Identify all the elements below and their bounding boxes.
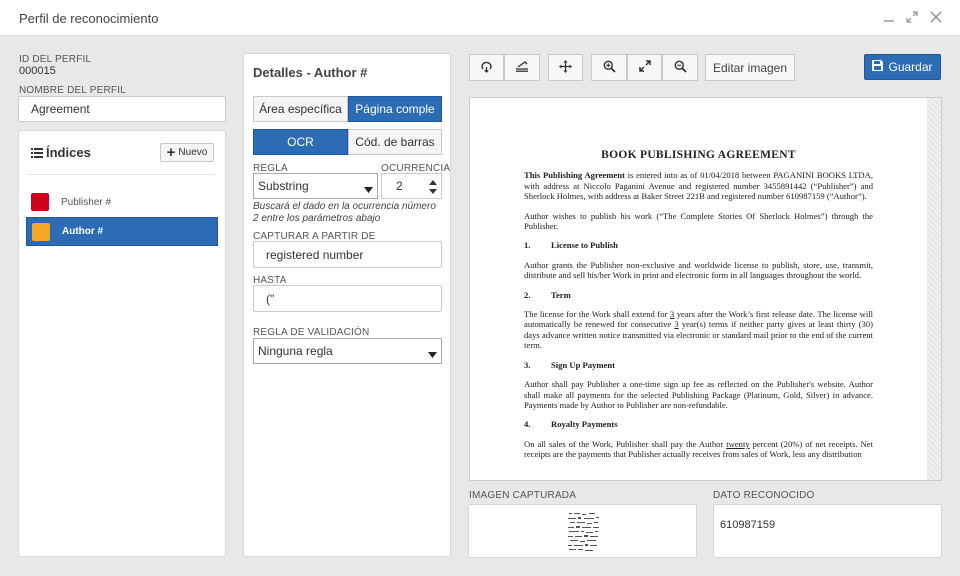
occurrence-value: 2 [396, 179, 403, 193]
captured-image-label: IMAGEN CAPTURADA [469, 490, 577, 501]
section-number: 2. [524, 289, 531, 300]
section-number: 1. [524, 240, 531, 251]
index-item-label: Publisher # [61, 196, 112, 208]
document-paragraph: Author grants the Publisher non-exclusiv… [524, 259, 873, 281]
window-titlebar: Perfil de reconocimiento [0, 0, 960, 36]
section-title: Royalty Payments [551, 419, 618, 430]
until-input[interactable]: (" [253, 285, 442, 312]
section-title: Term [551, 289, 571, 300]
document-section-heading: 1. License to Publish [524, 240, 873, 250]
plus-icon: + [166, 143, 176, 161]
section-number: 4. [524, 419, 531, 430]
save-button[interactable]: Guardar [864, 54, 941, 80]
divider [27, 174, 215, 175]
document-paragraph: The license for the Work shall extend fo… [524, 309, 873, 351]
document-section-heading: 2. Term [524, 290, 873, 300]
index-item-publisher[interactable]: Publisher # [26, 188, 218, 216]
profile-id-label: ID DEL PERFIL [19, 54, 92, 65]
document-paragraph: On all sales of the Work, Publisher shal… [524, 439, 873, 460]
expand-button[interactable] [627, 54, 662, 81]
details-panel: Detalles - Author # Área específica Pági… [243, 53, 451, 557]
window-title: Perfil de reconocimiento [19, 11, 159, 26]
document-paragraph: Author wishes to publish his work (“The … [524, 210, 873, 232]
details-title: Detalles - Author # [253, 65, 368, 80]
move-button[interactable] [548, 54, 583, 81]
document-viewer[interactable]: BOOK PUBLISHING AGREEMENT This Publishin… [469, 97, 942, 481]
document-page: BOOK PUBLISHING AGREEMENT This Publishin… [470, 98, 928, 480]
chevron-down-icon [364, 182, 373, 196]
tab-ocr[interactable]: OCR [253, 129, 348, 155]
rule-select-value: Substring [258, 179, 309, 193]
zoom-in-button[interactable] [591, 54, 627, 81]
maximize-icon[interactable] [903, 8, 921, 28]
profile-name-input[interactable]: Agreement [18, 96, 226, 122]
new-index-button[interactable]: + Nuevo [160, 143, 214, 162]
document-section-heading: 3. Sign Up Payment [524, 360, 873, 370]
document-text: The license for the Work shall extend fo… [524, 309, 670, 320]
section-number: 3. [524, 359, 531, 370]
move-icon [559, 59, 572, 76]
section-title: Sign Up Payment [551, 359, 615, 370]
main-area: ID DEL PERFIL 000015 NOMBRE DEL PERFIL A… [0, 36, 960, 576]
stepper-arrows-icon[interactable] [429, 180, 437, 197]
recognized-data-box: 610987159 [713, 504, 942, 558]
list-icon [31, 147, 43, 159]
close-icon[interactable] [927, 8, 945, 28]
indices-panel: Índices + Nuevo Publisher # Author # [18, 130, 226, 557]
recognized-data-value: 610987159 [720, 519, 776, 531]
zoom-in-icon [603, 60, 616, 76]
document-underlined-text: twenty [726, 438, 750, 449]
new-index-label: Nuevo [178, 147, 208, 158]
save-label: Guardar [888, 60, 933, 74]
index-item-label: Author # [62, 226, 104, 237]
document-scrollbar[interactable] [927, 98, 941, 480]
expand-icon [638, 60, 651, 75]
rotate-icon [480, 60, 493, 76]
tab-barcode[interactable]: Cód. de barras [348, 129, 442, 155]
tab-specific-area[interactable]: Área específica [253, 96, 348, 122]
profile-name-label: NOMBRE DEL PERFIL [19, 85, 126, 96]
zoom-out-button[interactable] [662, 54, 698, 81]
tab-full-page[interactable]: Página comple [348, 96, 442, 122]
rule-select[interactable]: Substring [253, 173, 378, 199]
document-section-heading: 4. Royalty Payments [524, 419, 873, 429]
chevron-down-icon [428, 347, 437, 361]
flip-button[interactable] [504, 54, 540, 81]
occurrence-hint: Buscará el dado en la ocurrencia número … [253, 201, 436, 224]
document-paragraph: This Publishing Agreement is entered int… [524, 170, 873, 201]
validation-select[interactable]: Ninguna regla [253, 338, 442, 364]
validation-select-value: Ninguna regla [258, 344, 333, 358]
index-color-swatch [32, 222, 50, 241]
edit-image-button[interactable]: Editar imagen [705, 54, 795, 81]
validation-label: REGLA DE VALIDACIÓN [253, 327, 370, 338]
document-paragraph: Author shall pay Publisher a one-time si… [524, 379, 873, 410]
recognized-data-label: DATO RECONOCIDO [713, 490, 815, 501]
document-text: On all sales of the Work, Publisher shal… [524, 438, 727, 449]
save-icon [872, 60, 884, 74]
profile-id-value: 000015 [19, 65, 56, 77]
rotate-button[interactable] [469, 54, 504, 81]
index-color-swatch [31, 193, 49, 211]
document-title: BOOK PUBLISHING AGREEMENT [601, 149, 796, 161]
occurrence-stepper[interactable]: 2 [381, 173, 442, 199]
indices-title: Índices [46, 145, 91, 160]
captured-image-snippet [567, 511, 601, 553]
minimize-icon[interactable] [880, 8, 898, 28]
section-title: License to Publish [551, 240, 618, 251]
document-bold-text: This Publishing Agreement [524, 170, 625, 181]
capture-from-input[interactable]: registered number [253, 241, 442, 268]
zoom-out-icon [674, 60, 687, 76]
flip-icon [515, 60, 529, 75]
captured-image-box [468, 504, 697, 558]
index-item-author[interactable]: Author # [26, 217, 218, 246]
